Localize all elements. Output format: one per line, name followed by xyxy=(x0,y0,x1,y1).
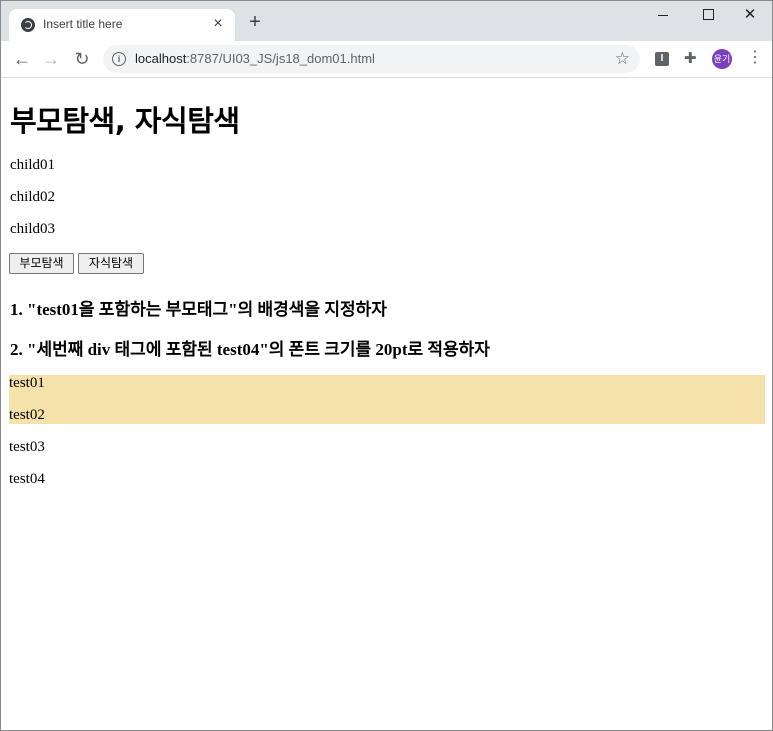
url-host: localhost xyxy=(135,51,187,66)
puzzle-icon[interactable]: ✚ xyxy=(684,49,697,67)
browser-window: Insert title here × + ✕ ← → ↻ i localhos… xyxy=(0,0,773,731)
test-paragraph-2: test02 xyxy=(9,407,45,423)
page-title: 부모탐색, 자식탐색 xyxy=(10,104,240,138)
task-heading-1: 1. "test01을 포함하는 부모태그"의 배경색을 지정하자 xyxy=(10,300,387,319)
tab-active[interactable]: Insert title here × xyxy=(9,9,235,41)
url-text[interactable]: localhost:8787/UI03_JS/js18_dom01.html xyxy=(135,51,375,66)
parent-search-button[interactable]: 부모탐색 xyxy=(9,253,74,274)
forward-arrow-icon[interactable]: → xyxy=(41,49,61,69)
tab-close-icon[interactable]: × xyxy=(209,15,227,33)
test-paragraph-1: test01 xyxy=(9,375,45,391)
child-paragraph-1: child01 xyxy=(10,157,55,173)
child-paragraph-3: child03 xyxy=(10,221,55,237)
test-paragraph-4: test04 xyxy=(9,471,45,487)
globe-icon xyxy=(21,18,35,32)
url-path: :8787/UI03_JS/js18_dom01.html xyxy=(186,51,375,66)
new-tab-button[interactable]: + xyxy=(245,12,265,33)
extension-icon[interactable]: I xyxy=(655,52,669,66)
back-arrow-icon[interactable]: ← xyxy=(12,49,32,69)
address-bar[interactable]: i localhost:8787/UI03_JS/js18_dom01.html… xyxy=(103,45,640,73)
child-paragraph-2: child02 xyxy=(10,189,55,205)
child-search-button[interactable]: 자식탐색 xyxy=(78,253,144,274)
tab-title: Insert title here xyxy=(43,17,123,31)
minimize-button[interactable] xyxy=(641,1,685,29)
close-window-button[interactable]: ✕ xyxy=(728,1,772,29)
reload-icon[interactable]: ↻ xyxy=(72,49,92,69)
info-icon[interactable]: i xyxy=(112,52,126,66)
star-icon[interactable]: ☆ xyxy=(615,49,630,69)
tab-strip: Insert title here × + ✕ xyxy=(1,1,772,41)
highlighted-parent-div xyxy=(9,375,765,424)
task-heading-2: 2. "세번째 div 태그에 포함된 test04"의 폰트 크기를 20pt… xyxy=(10,340,490,359)
avatar[interactable]: 윤기 xyxy=(712,49,732,69)
page-content: 부모탐색, 자식탐색 child01 child02 child03 부모탐색 … xyxy=(1,78,772,730)
maximize-button[interactable] xyxy=(686,1,730,29)
test-paragraph-3: test03 xyxy=(9,439,45,455)
menu-dots-icon[interactable]: ⋮ xyxy=(747,48,763,68)
browser-toolbar: ← → ↻ i localhost:8787/UI03_JS/js18_dom0… xyxy=(1,41,772,78)
